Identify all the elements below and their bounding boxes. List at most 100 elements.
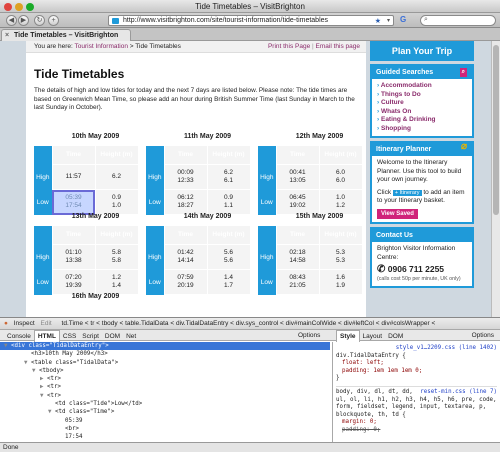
expand-toggle-icon[interactable]: ▼ [48, 408, 55, 416]
corner-cell [34, 225, 52, 245]
site-favicon [112, 18, 119, 24]
dom-node[interactable]: ▼ <table class="TidalData"> [0, 359, 330, 367]
search-field[interactable]: ⌕ [420, 15, 496, 26]
zoom-window-button[interactable] [26, 3, 34, 11]
low-label: Low [34, 269, 52, 295]
bullet-icon: › [377, 116, 380, 123]
corner-cell [258, 145, 276, 165]
tide-day: 16th May 2009 [34, 293, 143, 300]
css-rule-2: reset-min.css (line 7) body, div, dl, dt… [336, 385, 497, 435]
reload-icon: ↻ [36, 17, 43, 24]
style-panel-tab[interactable]: DOM [385, 331, 406, 342]
guided-search-item[interactable]: › Culture [377, 99, 467, 108]
firebug-tab[interactable]: DOM [102, 331, 123, 342]
dropdown-icon[interactable]: ▾ [387, 16, 390, 25]
print-page-link[interactable]: Print this Page [268, 43, 310, 50]
firebug-tab[interactable]: Console [4, 331, 34, 342]
time-header: Time [163, 225, 208, 245]
address-bar[interactable]: http://www.visitbrighton.com/site/touris… [108, 15, 394, 26]
guided-search-item[interactable]: › Eating & Drinking [377, 116, 467, 125]
phone-number: 0906 711 2255 [387, 264, 445, 274]
dom-node[interactable]: ▼ <td class="Time"> [0, 408, 330, 416]
tab-label: Tide Timetables – VisitBrighton [14, 32, 119, 39]
dom-node[interactable]: ▼ <tr> [0, 392, 330, 400]
guided-search-label: Shopping [380, 124, 411, 132]
firebug-tab[interactable]: Net [123, 331, 139, 342]
expand-toggle-icon[interactable]: ▶ [40, 383, 47, 391]
search-badge-icon: ⌕ [459, 68, 467, 77]
dom-node-text: <td class="Time"> [55, 409, 115, 416]
high-label: High [258, 244, 276, 270]
day-date: 12th May 2009 [295, 133, 344, 140]
tab-bar: × Tide Timetables – VisitBrighton [0, 28, 500, 41]
time-header: Time [51, 145, 96, 165]
style-panel-tab[interactable]: Style [336, 330, 360, 342]
guided-search-label: Whats On [380, 107, 412, 115]
guided-search-label: Culture [380, 99, 404, 106]
style-options[interactable]: Options [472, 330, 494, 341]
time-header: Time [163, 145, 208, 165]
dom-node[interactable]: <br> [0, 425, 330, 433]
expand-toggle-icon[interactable]: ▼ [32, 367, 39, 375]
dom-node[interactable]: ▼ <div class="TidalDataEntry"> [0, 342, 330, 351]
tide-day: 10th May 2009 Time Height (m) High 11:57… [34, 133, 143, 215]
dom-node-text: <tbody> [39, 367, 64, 374]
dom-node[interactable]: ▼ <tbody> [0, 367, 330, 375]
close-window-button[interactable] [4, 3, 12, 11]
view-saved-button[interactable]: View Saved [377, 208, 418, 219]
rss-icon[interactable]: ★ [375, 17, 381, 25]
email-page-link[interactable]: Email this page [316, 43, 360, 50]
firebug-tabs: Console HTML CSS Script DOM Net Options Style… [0, 330, 500, 342]
edit-button[interactable]: Edit [41, 320, 52, 327]
forward-button[interactable]: ▶ [18, 15, 29, 26]
breadcrumb-link-tourist-info[interactable]: Tourist Information [75, 43, 128, 50]
search-icon: ⌕ [424, 16, 428, 23]
low-label: Low [258, 189, 276, 215]
firebug-tab[interactable]: CSS [60, 331, 79, 342]
page-scrollbar[interactable] [491, 41, 500, 317]
reload-button[interactable]: ↻ [34, 15, 45, 26]
tide-table: Time Height (m) High 01:10 13:38 5.8 5.8… [34, 225, 139, 295]
firebug-tab[interactable]: Script [79, 331, 102, 342]
bullet-icon: › [377, 99, 380, 106]
google-logo: G [400, 15, 407, 24]
guided-search-item[interactable]: › Whats On [377, 108, 467, 117]
time-header: Time [275, 225, 320, 245]
dom-node[interactable]: ▶ <tr> [0, 375, 330, 383]
corner-cell [146, 145, 164, 165]
guided-search-item[interactable]: › Things to Do [377, 91, 467, 100]
rule1-prop-padding[interactable]: padding: 1em 1em 1em 0; [336, 368, 497, 376]
firebug-options[interactable]: Options [298, 330, 320, 341]
scrollbar-thumb[interactable] [493, 45, 499, 215]
add-itinerary-button[interactable]: + Itinerary [392, 189, 422, 196]
minimize-window-button[interactable] [15, 3, 23, 11]
tab-close-icon[interactable]: × [5, 30, 9, 41]
guided-search-item[interactable]: › Accommodation [377, 82, 467, 91]
style-panel-tab[interactable]: Layout [360, 331, 386, 342]
guided-search-item[interactable]: › Shopping [377, 125, 467, 134]
firebug-bug-icon[interactable]: ● [4, 320, 8, 327]
high-height: 6.2 6.1 [206, 164, 251, 190]
rule2-prop-padding[interactable]: padding: 0; [336, 427, 497, 435]
expand-toggle-icon[interactable]: ▼ [40, 392, 47, 400]
dom-node[interactable]: 17:54 [0, 433, 330, 441]
expand-toggle-icon[interactable]: ▶ [40, 375, 47, 383]
rule2-prop-margin[interactable]: margin: 0; [336, 419, 497, 427]
dom-node[interactable]: 05:39 [0, 417, 330, 425]
dom-node-text: <h3>10th May 2009</h3> [31, 351, 108, 358]
inspect-button[interactable]: Inspect [14, 320, 35, 327]
firebug-tab[interactable]: HTML [33, 330, 60, 342]
back-button[interactable]: ◀ [6, 15, 17, 26]
dom-node[interactable]: ▶ <tr> [0, 383, 330, 391]
add-bookmark-button[interactable]: + [48, 15, 59, 26]
rule2-source-link[interactable]: reset-min.css (line 7) [420, 389, 497, 397]
sidebar: Plan Your Trip Guided Searches ⌕ › Accom… [370, 41, 474, 317]
rule1-prop-float[interactable]: float: left; [336, 360, 497, 368]
dom-node[interactable]: <td class="Tide">Low</td> [0, 400, 330, 408]
expand-toggle-icon[interactable]: ▼ [24, 359, 31, 367]
tab-tide-timetables[interactable]: × Tide Timetables – VisitBrighton [1, 29, 131, 41]
rule1-source-link[interactable]: style_v1…2209.css (line 1402) [396, 345, 497, 353]
dom-node[interactable]: <h3>10th May 2009</h3> [0, 350, 330, 358]
element-path[interactable]: td.Time < tr < tbody < table.TidalData <… [62, 320, 436, 327]
expand-toggle-icon[interactable]: ▼ [4, 342, 11, 350]
